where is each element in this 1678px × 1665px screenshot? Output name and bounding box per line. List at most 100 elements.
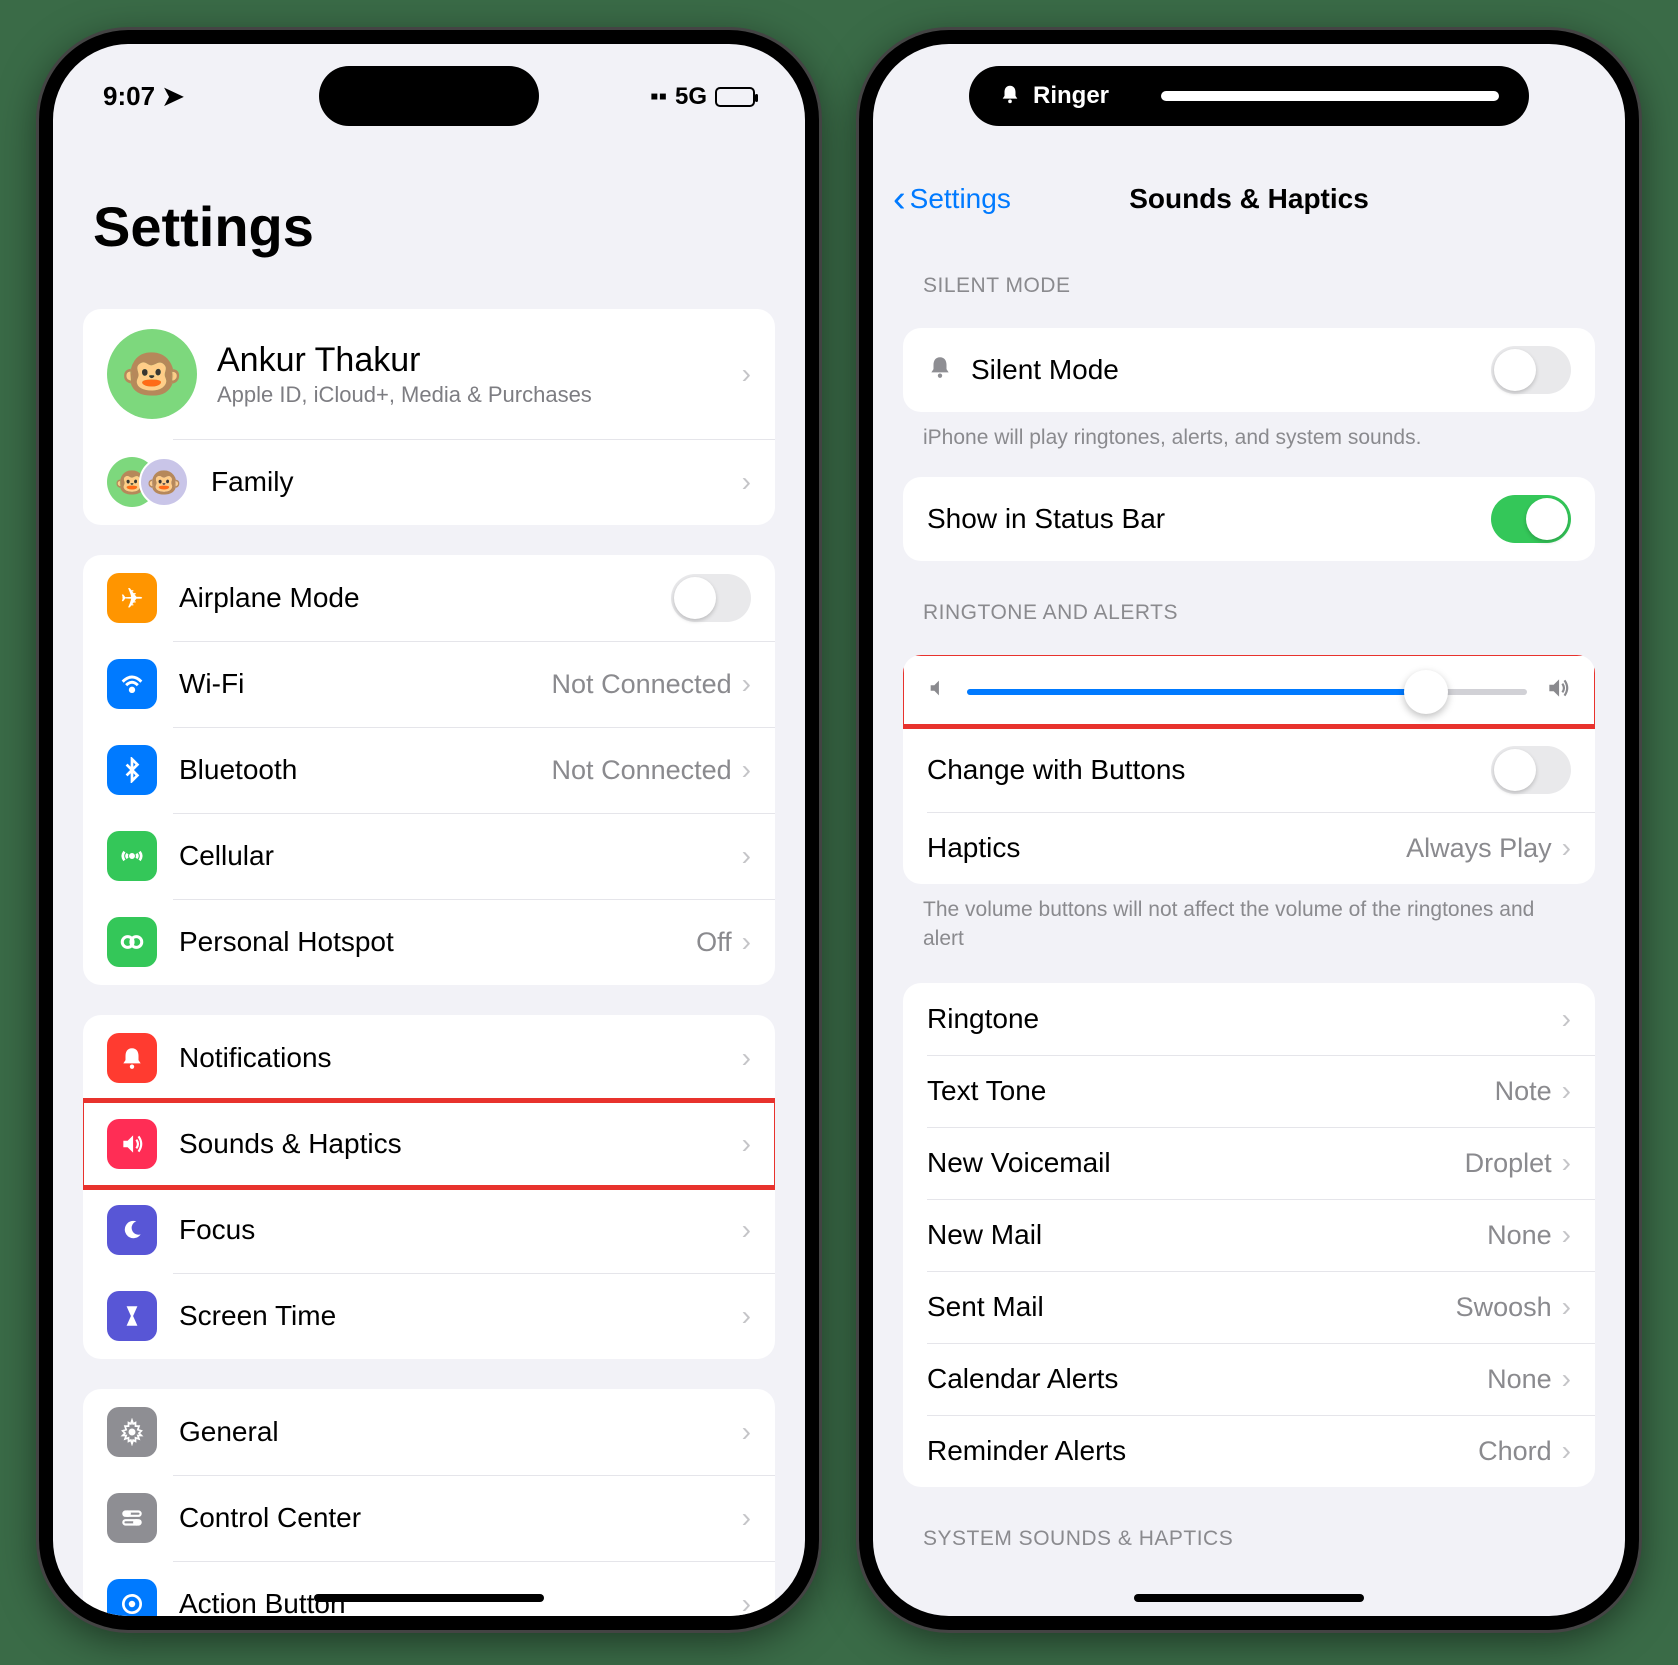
airplane-toggle[interactable] [671, 574, 751, 622]
ringtone-row[interactable]: Ringtone › [903, 983, 1595, 1055]
calendar-alerts-value: None [1487, 1364, 1552, 1395]
focus-row[interactable]: Focus › [83, 1187, 775, 1273]
wifi-label: Wi-Fi [179, 668, 552, 700]
chevron-right-icon: › [742, 754, 751, 786]
calendar-alerts-label: Calendar Alerts [927, 1363, 1487, 1395]
show-in-statusbar-toggle[interactable] [1491, 495, 1571, 543]
chevron-right-icon: › [742, 1128, 751, 1160]
general-label: General [179, 1416, 742, 1448]
chevron-right-icon: › [742, 1588, 751, 1616]
action-button-label: Action Button [179, 1588, 742, 1616]
reminder-alerts-value: Chord [1478, 1436, 1552, 1467]
back-button[interactable]: ‹ Settings [893, 178, 1011, 221]
chevron-right-icon: › [1562, 1075, 1571, 1107]
chevron-right-icon: › [742, 1042, 751, 1074]
control-center-row[interactable]: Control Center › [83, 1475, 775, 1561]
volume-slider-row[interactable] [903, 655, 1595, 728]
chevron-right-icon: › [1562, 1435, 1571, 1467]
home-indicator[interactable] [314, 1594, 544, 1602]
control-center-label: Control Center [179, 1502, 742, 1534]
change-with-buttons-label: Change with Buttons [927, 754, 1491, 786]
haptics-label: Haptics [927, 832, 1406, 864]
focus-icon [107, 1205, 157, 1255]
cellular-icon [107, 831, 157, 881]
silent-mode-header: SILENT MODE [923, 274, 1575, 298]
dynamic-island [319, 66, 539, 126]
screen-time-row[interactable]: Screen Time › [83, 1273, 775, 1359]
text-tone-row[interactable]: Text Tone Note › [903, 1055, 1595, 1127]
sound-list-group: Ringtone › Text Tone Note › New Voicemai… [903, 983, 1595, 1487]
hotspot-row[interactable]: Personal Hotspot Off › [83, 899, 775, 985]
airplane-icon: ✈ [107, 573, 157, 623]
family-row[interactable]: 🐵🐵 Family › [83, 439, 775, 525]
apple-id-row[interactable]: 🐵 Ankur Thakur Apple ID, iCloud+, Media … [83, 309, 775, 439]
system-sounds-header: SYSTEM SOUNDS & HAPTICS [923, 1527, 1575, 1551]
page-title: Settings [53, 134, 805, 279]
airplane-mode-row[interactable]: ✈ Airplane Mode [83, 555, 775, 641]
sounds-label: Sounds & Haptics [179, 1128, 742, 1160]
chevron-right-icon: › [1562, 1291, 1571, 1323]
new-mail-row[interactable]: New Mail None › [903, 1199, 1595, 1271]
hotspot-value: Off [696, 927, 732, 958]
text-tone-value: Note [1495, 1076, 1552, 1107]
location-icon: ➤ [162, 81, 184, 111]
silent-mode-row[interactable]: Silent Mode [903, 328, 1595, 412]
avatar: 🐵 [107, 329, 197, 419]
new-mail-value: None [1487, 1220, 1552, 1251]
sent-mail-row[interactable]: Sent Mail Swoosh › [903, 1271, 1595, 1343]
cellular-row[interactable]: Cellular › [83, 813, 775, 899]
ringer-volume-bar [1161, 91, 1499, 101]
airplane-label: Airplane Mode [179, 582, 671, 614]
chevron-right-icon: › [742, 1214, 751, 1246]
new-voicemail-label: New Voicemail [927, 1147, 1465, 1179]
volume-slider[interactable] [967, 689, 1527, 695]
silent-mode-label: Silent Mode [971, 354, 1491, 386]
battery-icon [715, 87, 755, 107]
hotspot-icon [107, 917, 157, 967]
ringer-label: Ringer [1033, 82, 1109, 110]
change-with-buttons-row[interactable]: Change with Buttons [903, 728, 1595, 812]
chevron-right-icon: › [1562, 1003, 1571, 1035]
reminder-alerts-row[interactable]: Reminder Alerts Chord › [903, 1415, 1595, 1487]
haptics-row[interactable]: Haptics Always Play › [903, 812, 1595, 884]
phone-settings-main: 9:07 ➤ ▪▪ 5G Settings 🐵 Ankur Thakur App… [39, 30, 819, 1630]
wifi-icon [107, 659, 157, 709]
show-in-statusbar-row[interactable]: Show in Status Bar [903, 477, 1595, 561]
connectivity-group: ✈ Airplane Mode Wi-Fi Not Connected › Bl… [83, 555, 775, 985]
action-button-row[interactable]: Action Button › [83, 1561, 775, 1616]
status-time: 9:07 [103, 81, 155, 111]
sent-mail-label: Sent Mail [927, 1291, 1456, 1323]
notifications-row[interactable]: Notifications › [83, 1015, 775, 1101]
ringtone-footer: The volume buttons will not affect the v… [923, 896, 1575, 953]
phone-sounds-haptics: Ringer ‹ Settings Sounds & Haptics SILEN… [859, 30, 1639, 1630]
ringtone-label: Ringtone [927, 1003, 1562, 1035]
new-voicemail-row[interactable]: New Voicemail Droplet › [903, 1127, 1595, 1199]
chevron-right-icon: › [742, 668, 751, 700]
wifi-row[interactable]: Wi-Fi Not Connected › [83, 641, 775, 727]
calendar-alerts-row[interactable]: Calendar Alerts None › [903, 1343, 1595, 1415]
sounds-haptics-row[interactable]: Sounds & Haptics › [83, 1101, 775, 1187]
change-with-buttons-toggle[interactable] [1491, 746, 1571, 794]
cellular-label: Cellular [179, 840, 742, 872]
ringtone-alerts-group: Change with Buttons Haptics Always Play … [903, 655, 1595, 884]
reminder-alerts-label: Reminder Alerts [927, 1435, 1478, 1467]
general-group: General › Control Center › Action Button… [83, 1389, 775, 1616]
show-in-statusbar-label: Show in Status Bar [927, 503, 1491, 535]
screentime-label: Screen Time [179, 1300, 742, 1332]
home-indicator[interactable] [1134, 1594, 1364, 1602]
silent-mode-toggle[interactable] [1491, 346, 1571, 394]
bluetooth-value: Not Connected [552, 755, 732, 786]
chevron-right-icon: › [742, 1502, 751, 1534]
silent-mode-footer: iPhone will play ringtones, alerts, and … [923, 424, 1575, 452]
bluetooth-label: Bluetooth [179, 754, 552, 786]
bluetooth-icon [107, 745, 157, 795]
signal-icon: ▪▪ [650, 83, 667, 111]
general-row[interactable]: General › [83, 1389, 775, 1475]
chevron-right-icon: › [1562, 1219, 1571, 1251]
silent-mode-group: Silent Mode [903, 328, 1595, 412]
page-title: Sounds & Haptics [1129, 183, 1369, 215]
bluetooth-row[interactable]: Bluetooth Not Connected › [83, 727, 775, 813]
statusbar-group: Show in Status Bar [903, 477, 1595, 561]
back-label: Settings [910, 183, 1011, 215]
alerts-group: Notifications › Sounds & Haptics › Focus [83, 1015, 775, 1359]
